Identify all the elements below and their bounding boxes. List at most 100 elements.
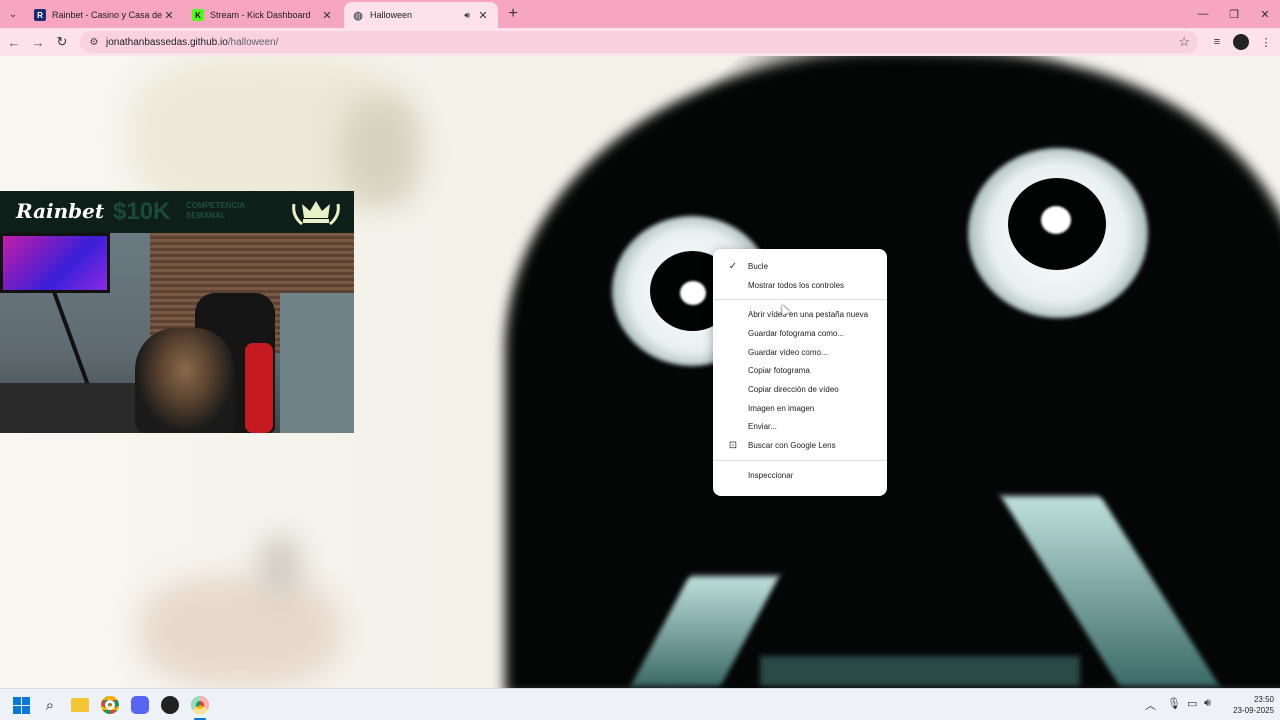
close-icon[interactable]: ✕ [320,9,334,22]
reload-icon: ↻ [56,34,68,49]
page-viewport: Rainbet $10K COMPETENCIA SEMANAL [0,56,1280,688]
reload-button[interactable]: ↻ [52,32,72,52]
menu-item-cast[interactable]: Enviar... [713,418,887,437]
network-icon[interactable]: ▭ [1187,697,1197,710]
chevron-up-icon[interactable]: ︿ [1145,697,1156,713]
minimize-button[interactable]: — [1188,4,1218,24]
chevron-down-icon: ⌄ [8,8,18,20]
menu-item-label: Mostrar todos los controles [748,280,845,290]
windows-taskbar: ⌕ ︿ 🎙︎ ▭ 🔊︎ 23:50 23-09-2025 [0,688,1280,720]
background-figure [340,96,420,206]
restore-icon: ❐ [1229,8,1239,21]
menu-item-picture-in-picture[interactable]: Imagen en imagen [713,399,887,418]
wall [280,293,354,433]
bookmark-star-icon[interactable]: ☆ [1178,34,1190,50]
kick-favicon: K [192,9,204,21]
prize-subtitle-line1: COMPETENCIA [186,201,246,210]
tab-title: Rainbet - Casino y Casa de Apuestas [52,10,162,20]
rainbet-logo: Rainbet [16,199,105,223]
menu-item-loop[interactable]: ✓ Bucle [713,257,887,276]
webcam-feed [0,233,354,433]
prize-subtitle: COMPETENCIA SEMANAL [186,201,245,221]
menu-item-label: Imagen en imagen [748,403,815,413]
menu-item-inspect[interactable]: Inspeccionar [713,466,887,485]
clock-time: 23:50 [1253,695,1274,704]
address-path: /halloween/ [227,36,279,48]
checkmark-icon: ✓ [728,260,738,272]
search-icon[interactable]: ⌕ [40,695,60,715]
creature-mouth [760,656,1080,686]
menu-item-google-lens[interactable]: ⊡ Buscar con Google Lens [713,436,887,455]
menu-item-label: Inspeccionar [748,470,794,480]
video-context-menu: ✓ Bucle Mostrar todos los controles Abri… [713,249,887,496]
new-tab-button[interactable]: + [503,4,523,24]
menu-item-label: Guardar fotograma como... [748,328,845,338]
windows-logo-icon [12,696,30,714]
microphone-icon[interactable]: 🎙︎ [1167,697,1181,710]
arrow-left-icon: ← [7,34,21,50]
chrome-icon[interactable] [100,695,120,715]
crown-laurel-icon [292,201,340,226]
menu-separator [713,299,887,301]
gaming-chair-accent [245,343,273,433]
browser-toolbar: ← → ↻ ⚙︎ jonathanbassedas.github.io/hall… [0,28,1280,56]
minimize-icon: — [1197,8,1209,20]
site-info-icon[interactable]: ⚙︎ [88,36,100,48]
tab-title: Halloween [370,10,413,20]
address-host: jonathanbassedas.github.io [106,36,228,48]
mic-arm [52,279,128,397]
close-icon[interactable]: ✕ [162,9,176,22]
menu-item-label: Copiar fotograma [748,366,810,376]
menu-separator [713,459,887,461]
tab-kick-dashboard[interactable]: K Stream - Kick Dashboard ✕ [184,2,342,28]
tab-rainbet[interactable]: R Rainbet - Casino y Casa de Apuestas ✕ [26,2,184,28]
menu-item-show-controls[interactable]: Mostrar todos los controles [713,276,887,295]
creature-head [505,56,1280,688]
start-button[interactable] [11,695,31,715]
tab-title: Stream - Kick Dashboard [210,10,311,20]
rainbet-favicon: R [34,9,46,21]
prize-amount: $10K [113,198,171,225]
tv-screen [0,233,110,293]
media-controls-icon[interactable]: ≡ [1208,33,1226,51]
address-bar[interactable]: ⚙︎ jonathanbassedas.github.io/halloween/… [80,31,1198,53]
tab-search-button[interactable]: ⌄ [4,5,22,23]
menu-item-save-frame[interactable]: Guardar fotograma como... [713,324,887,343]
menu-item-save-video[interactable]: Guardar vídeo como... [713,343,887,362]
menu-item-copy-frame[interactable]: Copiar fotograma [713,361,887,380]
file-explorer-icon[interactable] [70,695,90,715]
globe-favicon: ◍ [353,9,363,22]
tab-strip: ⌄ R Rainbet - Casino y Casa de Apuestas … [0,0,1280,28]
speaker-icon[interactable]: 🔊︎ [464,10,470,21]
menu-item-open-video-new-tab[interactable]: Abrir vídeo en una pestaña nueva [713,305,887,324]
menu-item-label: Bucle [748,261,769,271]
back-button[interactable]: ← [4,32,24,52]
close-window-button[interactable]: ✕ [1250,4,1280,24]
menu-item-label: Abrir vídeo en una pestaña nueva [748,310,869,320]
background-figure [140,576,340,686]
arrow-right-icon: → [31,34,45,50]
chrome-active-icon[interactable] [190,695,210,715]
profile-avatar[interactable] [1233,34,1249,50]
creature-left-glint [680,281,706,305]
menu-item-label: Enviar... [748,422,777,432]
menu-item-copy-video-address[interactable]: Copiar dirección de vídeo [713,380,887,399]
forward-button[interactable]: → [28,32,48,52]
restore-button[interactable]: ❐ [1219,4,1249,24]
close-icon[interactable]: ✕ [476,9,490,22]
google-lens-icon: ⊡ [728,439,738,451]
plus-icon: + [508,5,518,22]
desk [0,383,150,433]
obs-icon[interactable] [160,695,180,715]
menu-kebab-icon[interactable]: ⋮ [1257,33,1275,51]
tab-halloween[interactable]: ◍ Halloween 🔊︎ ✕ [344,2,498,28]
creature-right-glint [1041,206,1071,234]
system-clock[interactable]: 23:50 23-09-2025 [1224,694,1274,716]
menu-item-label: Guardar vídeo como... [748,347,828,357]
discord-icon[interactable] [130,695,150,715]
close-icon: ✕ [1260,8,1270,21]
prize-subtitle-line2: SEMANAL [186,211,226,220]
volume-icon[interactable]: 🔊︎ [1204,697,1211,710]
stream-webcam-overlay: Rainbet $10K COMPETENCIA SEMANAL [0,191,354,433]
streamer [135,328,235,433]
